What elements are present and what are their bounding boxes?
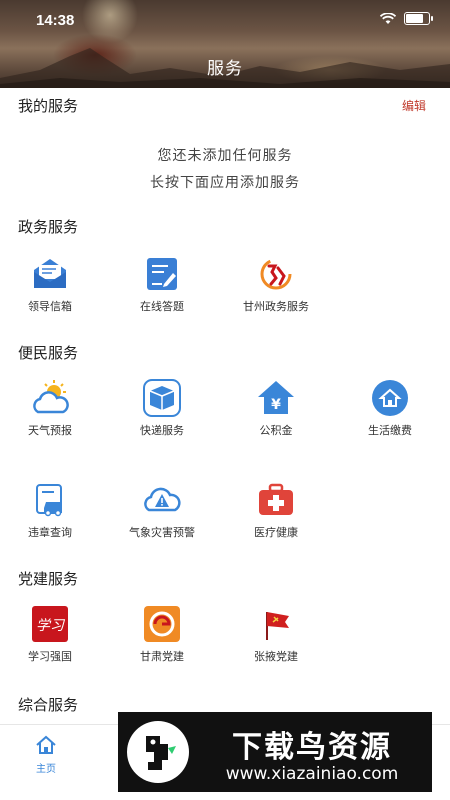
service-express[interactable]: 快递服务 <box>112 378 212 438</box>
service-label: 张掖党建 <box>254 650 298 663</box>
gansu-party-icon <box>144 606 180 642</box>
utility-payment-icon <box>372 380 408 416</box>
service-housing-fund[interactable]: ¥ 公积金 <box>226 378 326 438</box>
service-label: 领导信箱 <box>28 300 72 313</box>
edit-button[interactable]: 编辑 <box>402 97 426 114</box>
empty-hint-line2: 长按下面应用添加服务 <box>150 175 300 191</box>
section-title-party-services: 党建服务 <box>18 570 79 588</box>
medical-kit-icon <box>259 483 293 515</box>
service-label: 甘肃党建 <box>140 650 184 663</box>
nav-home-tab[interactable]: 主页 <box>24 735 68 775</box>
service-label: 甘州政务服务 <box>243 300 309 313</box>
section-title-citizen-services: 便民服务 <box>18 344 79 362</box>
service-medical-health[interactable]: 医疗健康 <box>226 480 326 540</box>
service-label: 天气预报 <box>28 424 72 437</box>
bird-logo-icon <box>127 721 189 783</box>
nav-home-label: 主页 <box>36 764 56 775</box>
status-time: 14:38 <box>36 12 75 29</box>
service-ganzhou-gov[interactable]: 甘州政务服务 <box>226 254 326 314</box>
wifi-icon <box>380 12 396 24</box>
service-xuexi-qiangguo[interactable]: 学习 学习强国 <box>0 604 100 664</box>
service-label: 医疗健康 <box>254 526 298 539</box>
service-traffic-violation[interactable]: 违章查询 <box>0 480 100 540</box>
service-weather-warning[interactable]: 气象灾害预警 <box>112 480 212 540</box>
service-label: 违章查询 <box>28 526 72 539</box>
xuexi-qiangguo-icon: 学习 <box>32 606 68 642</box>
service-label: 在线答题 <box>140 300 184 313</box>
battery-icon <box>404 12 433 25</box>
xuexi-logo-text: 学习 <box>36 618 66 634</box>
watermark-url: www.xiazainiao.com <box>225 764 399 784</box>
service-label: 公积金 <box>259 424 293 437</box>
package-icon <box>143 379 181 417</box>
empty-hint-line1: 您还未添加任何服务 <box>157 148 293 164</box>
housing-fund-icon: ¥ <box>258 381 294 414</box>
party-flag-icon <box>266 612 289 640</box>
service-label: 快递服务 <box>140 424 184 437</box>
watermark-title: 下载鸟资源 <box>232 730 392 765</box>
service-online-quiz[interactable]: 在线答题 <box>112 254 212 314</box>
service-utility-payment[interactable]: 生活缴费 <box>340 378 440 438</box>
service-gansu-party[interactable]: 甘肃党建 <box>112 604 212 664</box>
weather-icon <box>33 380 69 414</box>
status-icons <box>380 12 433 25</box>
page-title: 服务 <box>207 59 243 79</box>
traffic-violation-icon <box>36 484 62 517</box>
section-title-my-services: 我的服务 <box>18 97 79 115</box>
weather-warning-icon <box>144 487 181 512</box>
home-icon <box>36 735 56 754</box>
service-label: 生活缴费 <box>368 424 412 437</box>
service-zhangye-party[interactable]: 张掖党建 <box>226 604 326 664</box>
section-title-general-services: 综合服务 <box>18 696 79 714</box>
service-label: 气象灾害预警 <box>129 526 195 539</box>
service-leader-mailbox[interactable]: 领导信箱 <box>0 254 100 314</box>
header-banner: 14:38 服务 <box>0 0 450 88</box>
section-title-gov-services: 政务服务 <box>18 218 79 236</box>
gov-seal-icon <box>260 258 292 290</box>
service-weather[interactable]: 天气预报 <box>0 378 100 438</box>
mailbox-icon <box>34 259 66 288</box>
quiz-edit-icon <box>147 258 177 290</box>
service-label: 学习强国 <box>28 650 72 663</box>
screen: 14:38 服务 我的服务 编辑 您还未添加任何服务 长按下面应用添加服务 政务… <box>0 0 450 800</box>
watermark-banner: 下载鸟资源 www.xiazainiao.com <box>118 712 432 792</box>
svg-text:¥: ¥ <box>271 397 281 413</box>
